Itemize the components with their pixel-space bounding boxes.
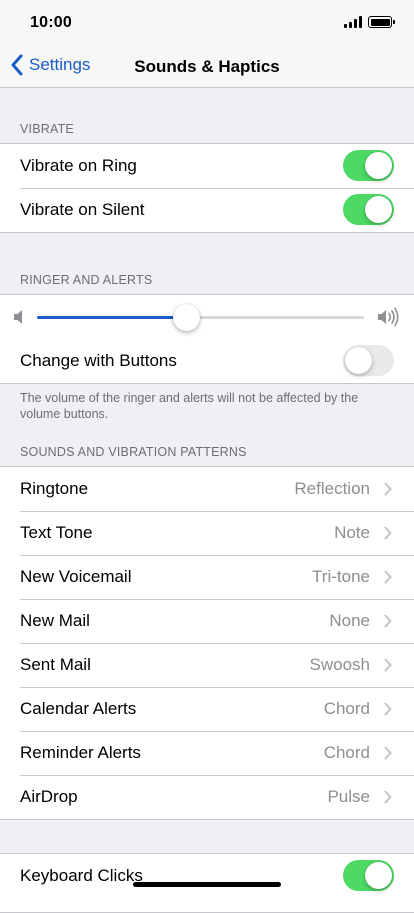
sent-mail-row[interactable]: Sent Mail Swoosh <box>0 643 414 687</box>
volume-thumb[interactable] <box>173 304 201 331</box>
row-label: New Voicemail <box>20 567 132 586</box>
toggle-knob <box>365 152 392 179</box>
chevron-right-icon <box>384 746 392 760</box>
row-value: Reflection <box>294 479 370 498</box>
row-label: Vibrate on Ring <box>20 156 137 175</box>
row-value: Pulse <box>327 787 370 806</box>
row-label: Keyboard Clicks <box>20 866 143 885</box>
row-label: Sent Mail <box>20 655 91 674</box>
row-label: AirDrop <box>20 787 78 806</box>
chevron-right-icon <box>384 790 392 804</box>
vibrate-on-ring-row: Vibrate on Ring <box>0 144 414 188</box>
new-voicemail-row[interactable]: New Voicemail Tri-tone <box>0 555 414 599</box>
row-value: Note <box>334 523 370 542</box>
ringer-volume-row <box>0 295 414 339</box>
toggle-knob <box>365 196 392 223</box>
ringtone-row[interactable]: Ringtone Reflection <box>0 467 414 511</box>
section-header-ringer: RINGER AND ALERTS <box>20 273 153 287</box>
row-label: Text Tone <box>20 523 93 542</box>
speaker-low-icon <box>14 310 22 324</box>
row-value: None <box>329 611 370 630</box>
navigation-bar: Settings Sounds & Haptics <box>0 46 414 88</box>
calendar-alerts-row[interactable]: Calendar Alerts Chord <box>0 687 414 731</box>
row-label: Calendar Alerts <box>20 699 137 718</box>
keyboard-clicks-row: Keyboard Clicks <box>0 854 414 898</box>
battery-icon <box>368 16 395 28</box>
chevron-right-icon <box>384 702 392 716</box>
ringer-group: Change with Buttons <box>0 294 414 384</box>
reminder-alerts-row[interactable]: Reminder Alerts Chord <box>0 731 414 775</box>
chevron-right-icon <box>384 526 392 540</box>
new-mail-row[interactable]: New Mail None <box>0 599 414 643</box>
row-label: Reminder Alerts <box>20 743 141 762</box>
row-label: Vibrate on Silent <box>20 200 145 219</box>
keyboard-clicks-toggle[interactable] <box>343 860 394 891</box>
change-with-buttons-row: Change with Buttons <box>0 339 414 383</box>
toggle-knob <box>345 347 372 374</box>
status-bar: 10:00 <box>0 0 414 46</box>
chevron-right-icon <box>384 614 392 628</box>
change-with-buttons-toggle[interactable] <box>343 345 394 376</box>
row-value: Chord <box>323 743 370 762</box>
chevron-right-icon <box>384 482 392 496</box>
vibrate-on-silent-row: Vibrate on Silent <box>0 188 414 232</box>
airdrop-row[interactable]: AirDrop Pulse <box>0 775 414 819</box>
status-time: 10:00 <box>30 14 72 31</box>
row-label: New Mail <box>20 611 90 630</box>
chevron-right-icon <box>384 658 392 672</box>
chevron-right-icon <box>384 570 392 584</box>
vibrate-group: Vibrate on Ring Vibrate on Silent <box>0 143 414 233</box>
vibrate-on-ring-toggle[interactable] <box>343 150 394 181</box>
ringer-footer-note: The volume of the ringer and alerts will… <box>20 391 359 421</box>
patterns-group: Ringtone Reflection Text Tone Note New V… <box>0 466 414 820</box>
row-value: Chord <box>323 699 370 718</box>
section-header-vibrate: VIBRATE <box>20 122 74 136</box>
speaker-high-icon <box>378 307 399 327</box>
row-value: Swoosh <box>309 655 370 674</box>
status-icons <box>344 16 395 28</box>
row-value: Tri-tone <box>312 567 370 586</box>
ringer-volume-slider[interactable] <box>37 304 364 331</box>
home-indicator[interactable] <box>133 882 281 887</box>
text-tone-row[interactable]: Text Tone Note <box>0 511 414 555</box>
section-header-patterns: SOUNDS AND VIBRATION PATTERNS <box>20 445 247 459</box>
volume-fill <box>37 316 188 319</box>
toggle-knob <box>365 862 392 889</box>
vibrate-on-silent-toggle[interactable] <box>343 194 394 225</box>
signal-icon <box>344 16 362 28</box>
row-label: Change with Buttons <box>20 351 177 370</box>
row-label: Ringtone <box>20 479 89 498</box>
page-title: Sounds & Haptics <box>134 57 280 76</box>
